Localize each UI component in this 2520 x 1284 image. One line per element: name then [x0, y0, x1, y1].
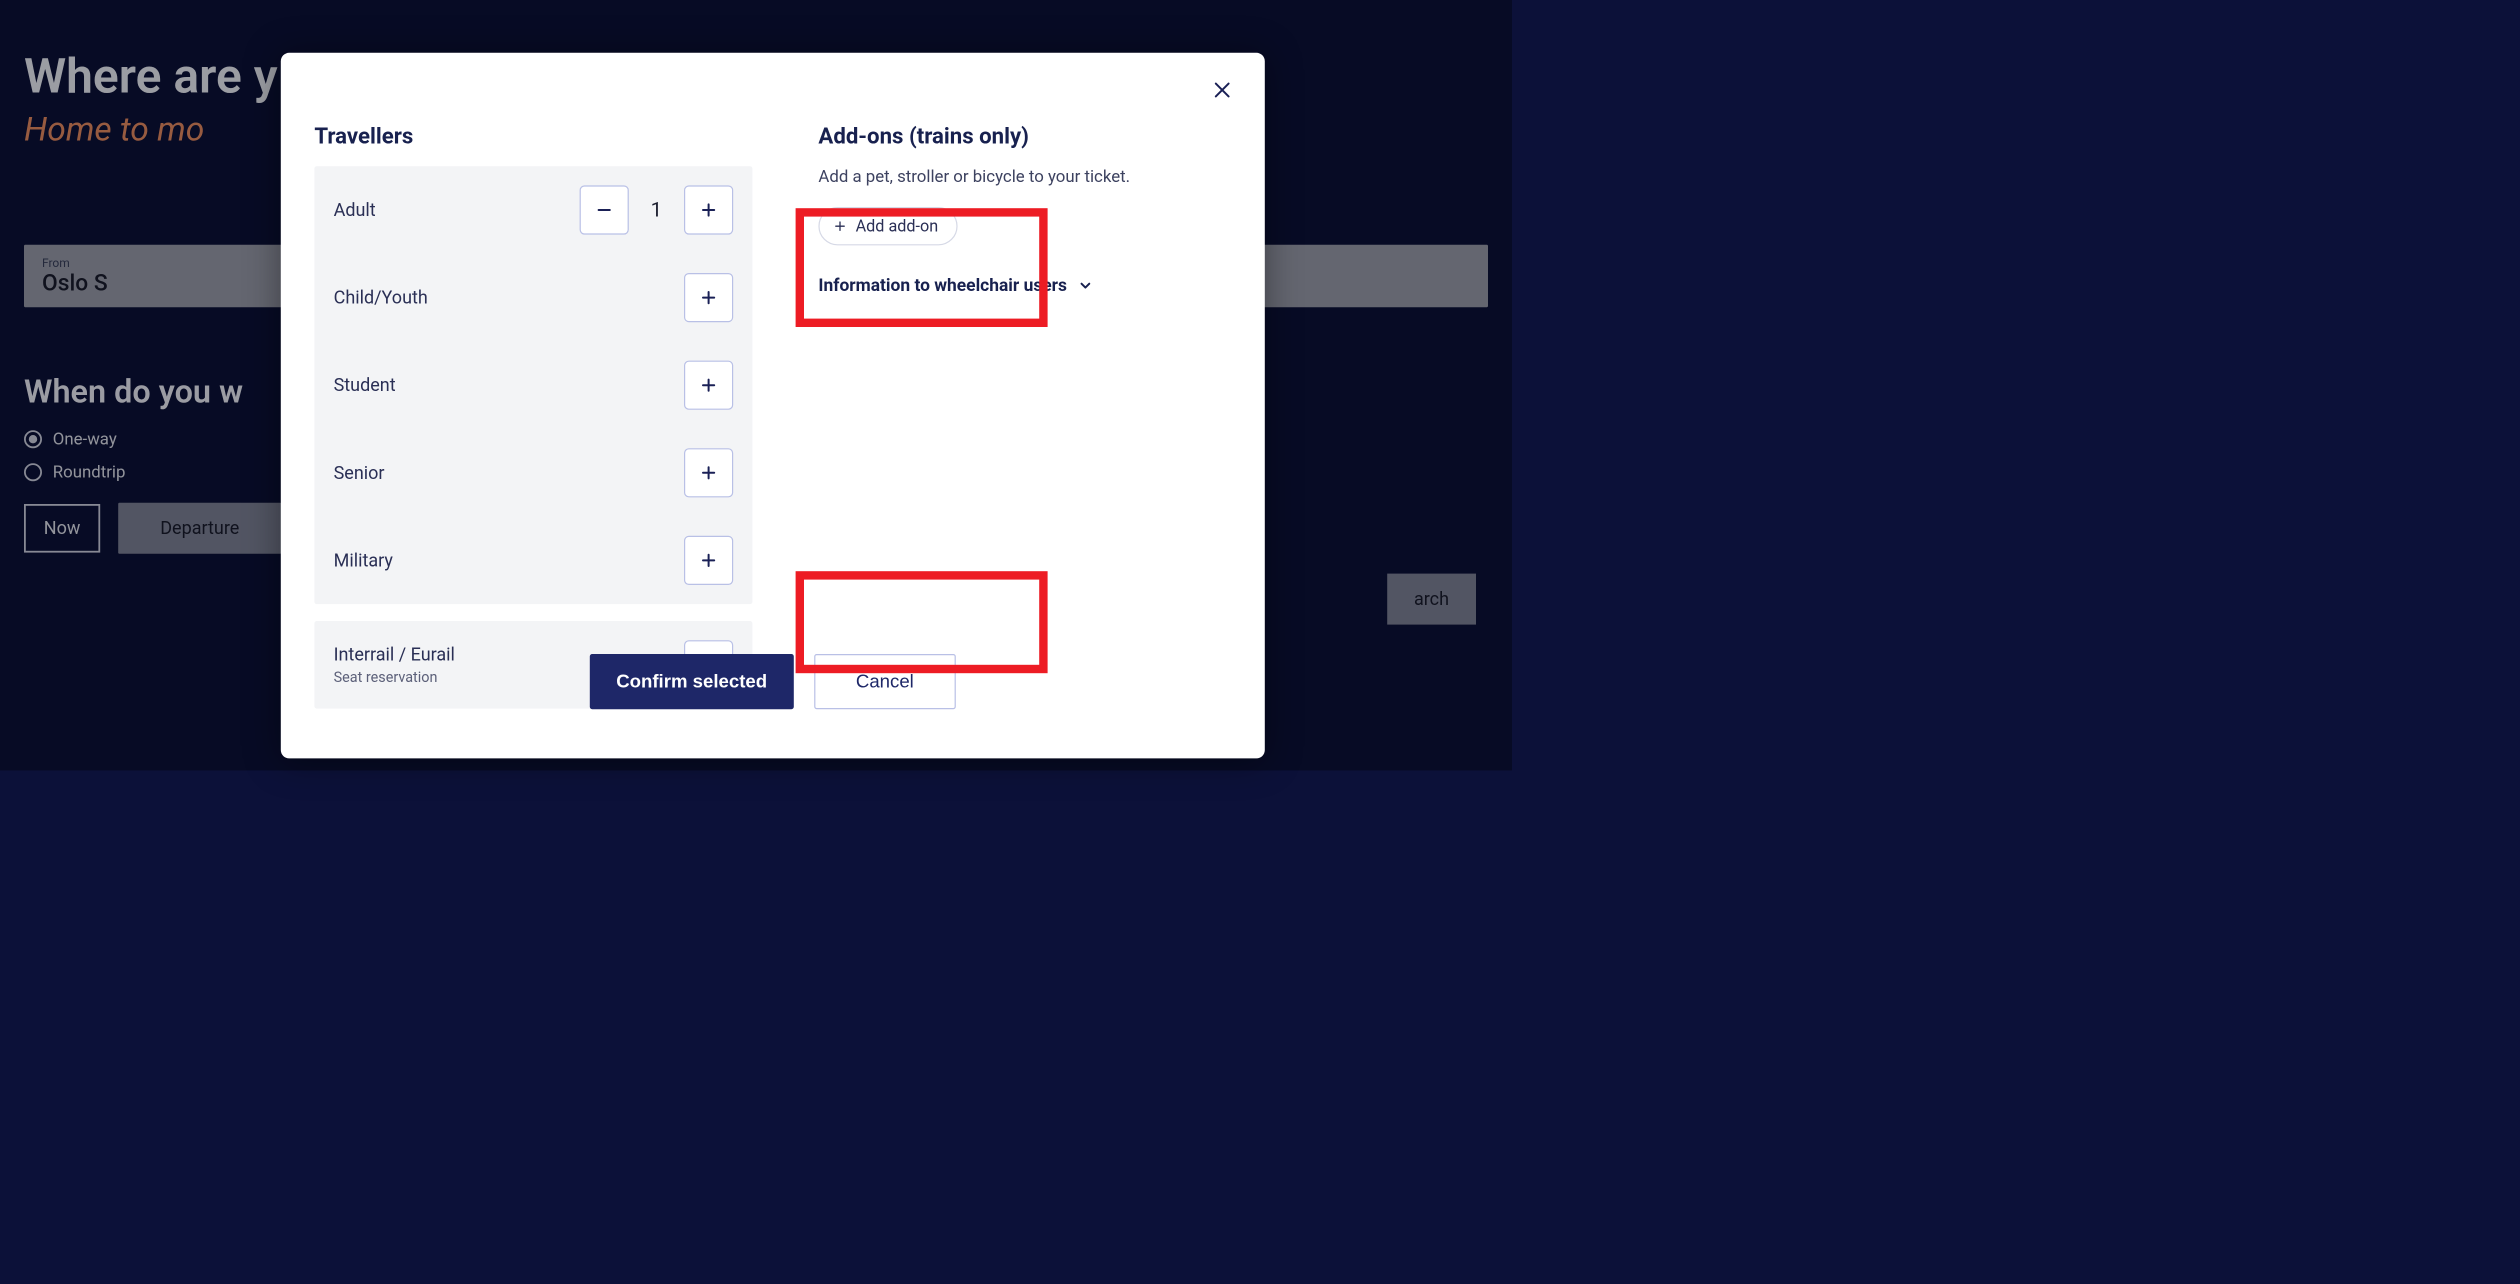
traveller-row-adult: Adult 1: [314, 166, 752, 254]
traveller-row-student: Student: [314, 341, 752, 429]
plus-icon: [699, 551, 718, 570]
close-button[interactable]: [1207, 74, 1238, 105]
increment-button[interactable]: [684, 536, 733, 585]
minus-icon: [595, 200, 614, 219]
plus-icon: [699, 200, 718, 219]
traveller-list: Adult 1 Child/Youth: [314, 166, 752, 604]
chevron-down-icon: [1078, 278, 1094, 294]
traveller-label: Military: [334, 550, 393, 571]
increment-button[interactable]: [684, 361, 733, 410]
traveller-label: Adult: [334, 200, 376, 221]
addons-description: Add a pet, stroller or bicycle to your t…: [818, 166, 1231, 186]
plus-icon: [833, 219, 847, 233]
traveller-count: 1: [650, 198, 662, 222]
travellers-modal: Travellers Adult 1: [281, 53, 1265, 759]
wheelchair-info-toggle[interactable]: Information to wheelchair users: [818, 275, 1231, 295]
traveller-label: Senior: [334, 462, 385, 483]
add-addon-button[interactable]: Add add-on: [818, 207, 957, 245]
plus-icon: [699, 376, 718, 395]
traveller-label: Child/Youth: [334, 287, 428, 308]
plus-icon: [699, 288, 718, 307]
addons-heading: Add-ons (trains only): [818, 124, 1231, 150]
increment-button[interactable]: [684, 448, 733, 497]
wheelchair-info-label: Information to wheelchair users: [818, 275, 1067, 295]
plus-icon: [699, 463, 718, 482]
traveller-row-military: Military: [314, 517, 752, 605]
traveller-row-senior: Senior: [314, 429, 752, 517]
increment-button[interactable]: [684, 273, 733, 322]
add-addon-label: Add add-on: [856, 217, 939, 236]
close-icon: [1213, 80, 1232, 99]
increment-button[interactable]: [684, 185, 733, 234]
decrement-button[interactable]: [580, 185, 629, 234]
travellers-heading: Travellers: [314, 124, 770, 150]
traveller-label: Student: [334, 375, 396, 396]
confirm-button[interactable]: Confirm selected: [590, 654, 794, 709]
cancel-button[interactable]: Cancel: [814, 654, 956, 709]
traveller-row-child: Child/Youth: [314, 254, 752, 342]
